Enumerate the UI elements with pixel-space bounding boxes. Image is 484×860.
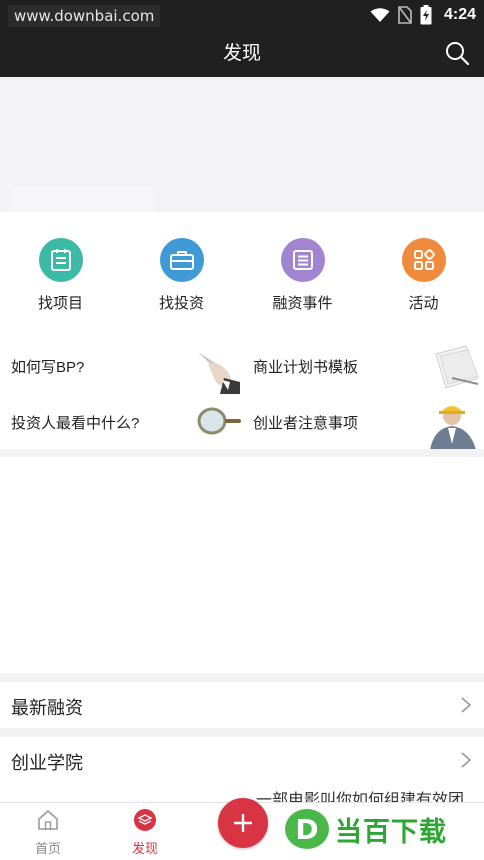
section-title: 最新融资	[11, 698, 83, 718]
guide-bp-template[interactable]: 商业计划书模板	[242, 338, 484, 394]
status-time: 4:24	[443, 6, 476, 23]
chevron-right-icon	[461, 697, 472, 713]
nav-discover[interactable]: 发现	[115, 809, 175, 857]
clipboard-icon	[38, 238, 83, 282]
quick-entry-funding-events[interactable]: 融资事件	[242, 238, 363, 313]
search-icon[interactable]	[444, 40, 470, 66]
nav-label: 发现	[131, 841, 158, 856]
add-button[interactable]	[218, 798, 268, 848]
guide-investor-focus[interactable]: 投资人最看中什么?	[0, 394, 242, 450]
startup-academy-row[interactable]: 创业学院	[0, 737, 484, 783]
quick-entry-activities[interactable]: 活动	[363, 238, 484, 313]
discover-layers-icon	[134, 809, 156, 831]
watermark-url: www.downbai.com	[8, 5, 161, 27]
quick-entry-label: 活动	[408, 295, 439, 312]
divider	[0, 449, 484, 457]
nav-label: 首页	[34, 841, 61, 856]
no-sim-icon	[398, 6, 412, 24]
home-icon	[38, 809, 58, 830]
list-icon	[280, 238, 325, 282]
brand-mark: D	[285, 809, 329, 849]
quick-entry-find-project[interactable]: 找项目	[0, 238, 121, 313]
grid-icon	[401, 238, 446, 282]
banner-carousel[interactable]	[0, 77, 484, 223]
quick-entry-find-investment[interactable]: 找投资	[121, 238, 242, 313]
guide-label: 商业计划书模板	[253, 359, 359, 376]
guide-how-to-write-bp[interactable]: 如何写BP?	[0, 338, 242, 394]
battery-charging-icon	[420, 5, 432, 25]
latest-funding-row[interactable]: 最新融资	[0, 682, 484, 728]
nav-home[interactable]: 首页	[18, 809, 78, 857]
status-icons: 4:24	[370, 0, 476, 30]
paper-stack-image	[435, 345, 479, 389]
brand-watermark-logo: D 当百下载	[285, 806, 480, 852]
guide-founder-notes[interactable]: 创业者注意事项	[242, 394, 484, 450]
guide-label: 投资人最看中什么?	[11, 415, 140, 432]
plus-icon	[234, 814, 252, 832]
quick-entries: 找项目 找投资 融资事件 活动	[0, 212, 484, 327]
guide-label: 创业者注意事项	[253, 415, 359, 432]
brand-text: 当百下载	[335, 816, 447, 847]
divider	[0, 728, 484, 737]
divider	[0, 673, 484, 682]
writing-hand-image	[198, 352, 240, 394]
quick-entry-label: 融资事件	[272, 295, 333, 312]
title-bar: 发现	[0, 30, 484, 77]
builder-person-image	[430, 406, 476, 450]
page-title: 发现	[222, 43, 261, 64]
guide-label: 如何写BP?	[11, 359, 85, 376]
section-title: 创业学院	[11, 753, 83, 773]
quick-entry-label: 找投资	[158, 295, 204, 312]
magnifier-image	[197, 407, 241, 435]
briefcase-icon	[159, 238, 204, 282]
chevron-right-icon	[461, 752, 472, 768]
quick-entry-label: 找项目	[37, 295, 83, 312]
status-bar: www.downbai.com 4:24	[0, 0, 484, 30]
wifi-icon	[370, 8, 390, 22]
guide-grid: 如何写BP? 商业计划书模板 投资人最看中什么? 创业者注意事项	[0, 338, 484, 450]
